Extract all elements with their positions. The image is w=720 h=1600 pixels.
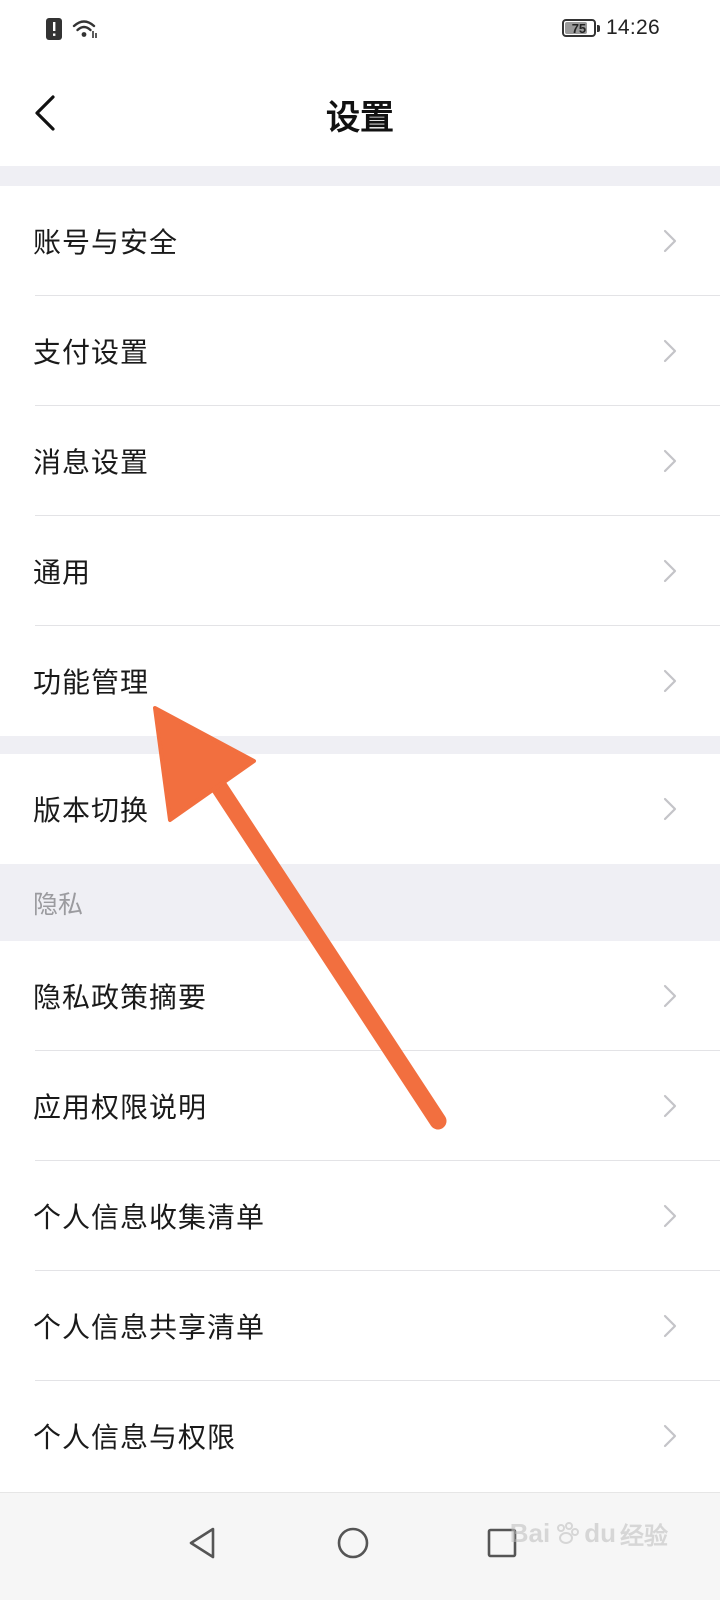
settings-item-label: 个人信息共享清单 — [33, 1311, 266, 1344]
paw-icon — [557, 1521, 580, 1544]
settings-item-label: 个人信息与权限 — [33, 1421, 237, 1454]
back-triangle-icon — [189, 1527, 215, 1559]
settings-item-label: 账号与安全 — [33, 226, 179, 259]
alert-icon — [46, 18, 62, 40]
section-header-privacy: 隐私 — [0, 864, 720, 941]
settings-item-app-permissions[interactable]: 应用权限说明 — [0, 1051, 720, 1161]
chevron-right-icon — [663, 1314, 677, 1338]
settings-item-label: 消息设置 — [33, 446, 150, 479]
chevron-right-icon — [663, 339, 677, 363]
settings-item-label: 隐私政策摘要 — [33, 981, 208, 1014]
settings-item-label: 版本切换 — [33, 794, 150, 827]
settings-item-privacy-summary[interactable]: 隐私政策摘要 — [0, 941, 720, 1051]
watermark-text: 经验 — [620, 1522, 668, 1550]
settings-item-general[interactable]: 通用 — [0, 516, 720, 626]
settings-item-label: 通用 — [33, 556, 92, 589]
app-header: 设置 — [0, 60, 720, 166]
nav-back-button[interactable] — [172, 1513, 232, 1573]
wifi-icon — [72, 20, 97, 38]
section-title: 隐私 — [33, 889, 84, 919]
settings-item-label: 应用权限说明 — [33, 1091, 208, 1124]
settings-item-version-switch[interactable]: 版本切换 — [0, 754, 720, 864]
baidu-jingyan-watermark: Bai du 经验 — [510, 1516, 668, 1551]
status-bar: 75 14:26 — [0, 0, 720, 60]
chevron-right-icon — [663, 1204, 677, 1228]
status-icons-left — [46, 18, 98, 40]
settings-item-notifications[interactable]: 消息设置 — [0, 406, 720, 516]
chevron-right-icon — [663, 229, 677, 253]
settings-item-label: 支付设置 — [33, 336, 150, 369]
watermark-text: du — [584, 1518, 616, 1548]
chevron-right-icon — [663, 669, 677, 693]
section-gap — [0, 166, 720, 186]
battery-icon: 75 — [561, 19, 600, 37]
home-circle-icon — [337, 1527, 369, 1559]
status-time: 14:26 — [605, 16, 660, 39]
section-gap — [0, 736, 720, 754]
status-icons-right: 75 14:26 — [561, 16, 660, 40]
settings-item-account-security[interactable]: 账号与安全 — [0, 186, 720, 296]
watermark-text: Bai — [509, 1518, 551, 1548]
settings-item-label: 功能管理 — [33, 666, 150, 699]
nav-home-button[interactable] — [323, 1513, 383, 1573]
battery-level: 75 — [571, 20, 587, 36]
settings-item-info-collection[interactable]: 个人信息收集清单 — [0, 1161, 720, 1271]
chevron-right-icon — [663, 1424, 677, 1448]
page-title: 设置 — [326, 98, 394, 138]
chevron-right-icon — [663, 1094, 677, 1118]
chevron-right-icon — [663, 559, 677, 583]
settings-item-payment[interactable]: 支付设置 — [0, 296, 720, 406]
chevron-right-icon — [663, 449, 677, 473]
chevron-right-icon — [663, 984, 677, 1008]
chevron-right-icon — [663, 797, 677, 821]
settings-item-info-permissions[interactable]: 个人信息与权限 — [0, 1381, 720, 1491]
settings-item-label: 个人信息收集清单 — [33, 1201, 266, 1234]
settings-item-info-sharing[interactable]: 个人信息共享清单 — [0, 1271, 720, 1381]
settings-item-feature-management[interactable]: 功能管理 — [0, 626, 720, 736]
